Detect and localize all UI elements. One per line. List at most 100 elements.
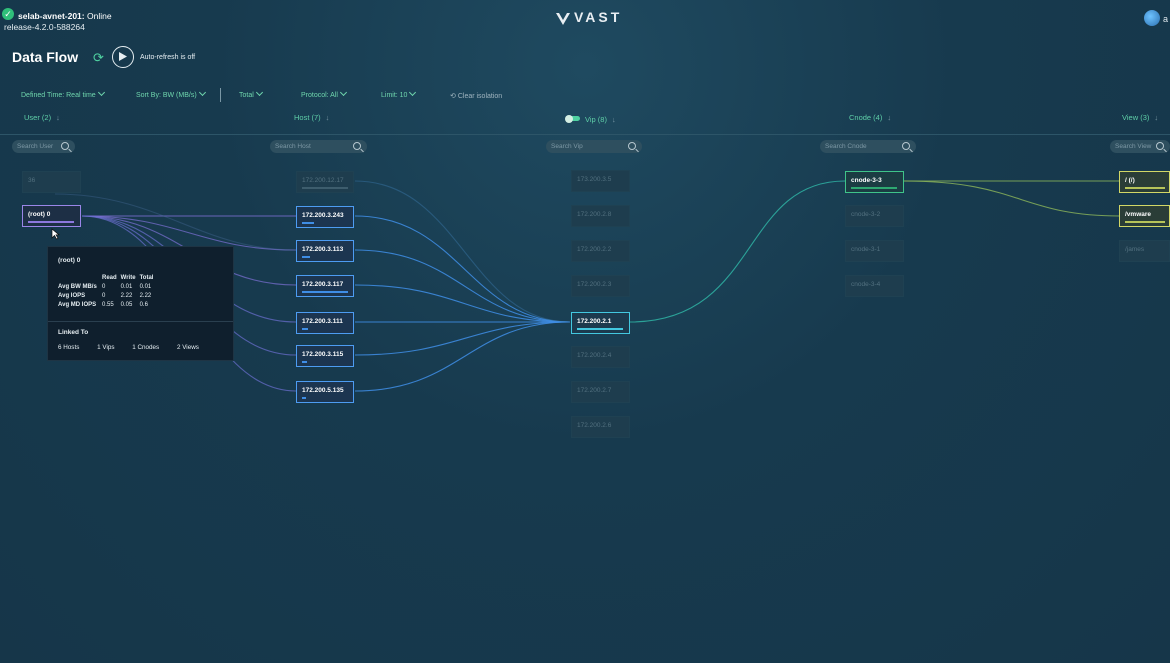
tooltip-header-read: Read [102,274,117,281]
tooltip-row-label: Avg BW MB/s [58,283,97,290]
search-cnode-input[interactable]: Search Cnode [820,140,916,153]
vip-node-label: 172.200.2.4 [577,352,612,359]
user-node-selected[interactable]: (root) 0 [22,205,81,227]
view-node-selected[interactable]: / (/) [1119,171,1170,193]
vip-node[interactable]: 172.200.2.3 [571,275,630,297]
column-header-cnode[interactable]: Cnode (4) ↓ [849,113,891,122]
sort-arrow-icon[interactable]: ↓ [1154,113,1158,122]
release-version: release-4.2.0-588264 [4,22,85,32]
tooltip-row: Avg BW MB/s 0 0.01 0.01 [56,282,155,291]
sort-arrow-icon[interactable]: ↓ [887,113,891,122]
sort-arrow-icon[interactable]: ↓ [326,113,330,122]
protocol-dropdown[interactable]: Protocol: All [301,88,348,99]
host-node-selected[interactable]: 172.200.3.111 [296,312,354,334]
cnode-node-selected[interactable]: cnode-3-3 [845,171,904,193]
cnode-node-label: cnode-3-1 [851,246,881,253]
column-header-view[interactable]: View (3) ↓ [1122,113,1158,122]
autorefresh-status: Auto-refresh is off [140,54,196,61]
sort-arrow-icon[interactable]: ↓ [612,115,616,124]
tooltip-link-views: 2 Views [176,344,199,351]
tooltip-cell: 0 [102,283,106,290]
vip-node-selected[interactable]: 172.200.2.1 [571,312,630,334]
tooltip-header-total: Total [139,274,154,281]
vip-node[interactable]: 173.200.3.5 [571,170,630,192]
vip-node-label: 172.200.2.7 [577,387,612,394]
tooltip-title: (root) 0 [58,257,81,264]
tooltip-row: Avg IOPS 0 2.22 2.22 [56,291,155,300]
toolbar-divider [220,88,221,102]
column-header-user-label: User (2) [24,113,52,122]
column-header-view-label: View (3) [1122,113,1150,122]
tooltip-cell: 0.6 [139,301,148,308]
search-icon [61,142,69,150]
host-node-selected[interactable]: 172.200.3.117 [296,275,354,297]
clear-isolation-icon: ⟲ [450,93,456,100]
vip-node[interactable]: 172.200.2.2 [571,240,630,262]
sort-arrow-icon[interactable]: ↓ [56,113,60,122]
view-node-label: /james [1125,246,1145,253]
clear-isolation-label: Clear isolation [457,93,503,100]
user-initials[interactable]: a [1163,14,1168,24]
column-header-vip-label: Vip (8) [585,115,607,124]
user-node[interactable]: 36 [22,171,81,193]
node-tooltip: (root) 0 Read Write Total Avg BW MB/s 0 … [47,246,234,361]
search-vip-input[interactable]: Search Vip [546,140,642,153]
host-node-selected[interactable]: 172.200.3.115 [296,345,354,367]
search-user-placeholder: Search User [17,143,54,150]
limit-dropdown[interactable]: Limit: 10 [381,88,417,99]
sort-by-dropdown[interactable]: Sort By: BW (MB/s) [136,88,206,99]
vip-toggle[interactable] [565,114,580,123]
host-node-selected[interactable]: 172.200.3.243 [296,206,354,228]
search-host-input[interactable]: Search Host [270,140,367,153]
user-avatar[interactable] [1144,10,1160,26]
host-node-label: 172.200.3.111 [302,318,343,325]
search-vip-placeholder: Search Vip [551,143,583,150]
host-node-label: 172.200.5.135 [302,387,344,394]
search-user-input[interactable]: Search User [12,140,75,153]
view-node-label: / (/) [1125,177,1135,184]
vip-node-label: 173.200.3.5 [577,176,612,183]
cnode-node[interactable]: cnode-3-4 [845,275,904,297]
cluster-name-text: selab-avnet-201 [18,11,82,21]
cluster-status: Online [87,11,112,21]
host-node-label: 172.200.12.17 [302,177,344,184]
user-node-label: 36 [28,177,36,184]
defined-time-dropdown[interactable]: Defined Time: Real time [21,88,105,99]
search-view-input[interactable]: Search View [1110,140,1170,153]
defined-time-label: Defined Time: Real time [21,92,96,99]
host-node[interactable]: 172.200.12.17 [296,171,354,193]
column-header-user[interactable]: User (2) ↓ [24,113,60,122]
vip-node[interactable]: 172.200.2.4 [571,346,630,368]
vip-node[interactable]: 172.200.2.8 [571,205,630,227]
tooltip-cell: 0.01 [120,283,133,290]
column-header-host[interactable]: Host (7) ↓ [294,113,329,122]
tooltip-cell: 0.55 [102,301,114,308]
tooltip-row: Avg MD IOPS 0.55 0.05 0.6 [56,300,155,309]
tooltip-link-cnodes: 1 Cnodes [132,344,160,351]
online-status-icon: ✓ [2,8,14,20]
vip-node[interactable]: 172.200.2.6 [571,416,630,438]
column-header-vip[interactable]: Vip (8) ↓ [585,115,616,124]
clear-isolation-button[interactable]: ⟲ Clear isolation [450,92,502,100]
tooltip-row-label: Avg MD IOPS [58,301,97,308]
mouse-cursor-icon [51,227,60,245]
tooltip-cell: 2.22 [139,292,152,299]
view-node[interactable]: /james [1119,240,1170,262]
tooltip-linked-to: Linked To [58,329,89,336]
view-node-selected[interactable]: /vmware [1119,205,1170,227]
search-icon [902,142,910,150]
refresh-icon[interactable]: ⟳ [93,50,104,66]
play-icon [119,52,127,61]
host-node-selected[interactable]: 172.200.5.135 [296,381,354,403]
tooltip-link-vips: 1 Vips [97,344,115,351]
total-dropdown[interactable]: Total [239,88,263,99]
cnode-node[interactable]: cnode-3-1 [845,240,904,262]
cluster-name: selab-avnet-201: Online [18,11,112,21]
cnode-node[interactable]: cnode-3-2 [845,205,904,227]
host-node-label: 172.200.3.113 [302,246,344,253]
host-node-selected[interactable]: 172.200.3.113 [296,240,354,262]
play-button[interactable] [112,46,134,68]
vip-node[interactable]: 172.200.2.7 [571,381,630,403]
host-node-label: 172.200.3.117 [302,281,344,288]
vip-node-label: 172.200.2.8 [577,211,612,218]
